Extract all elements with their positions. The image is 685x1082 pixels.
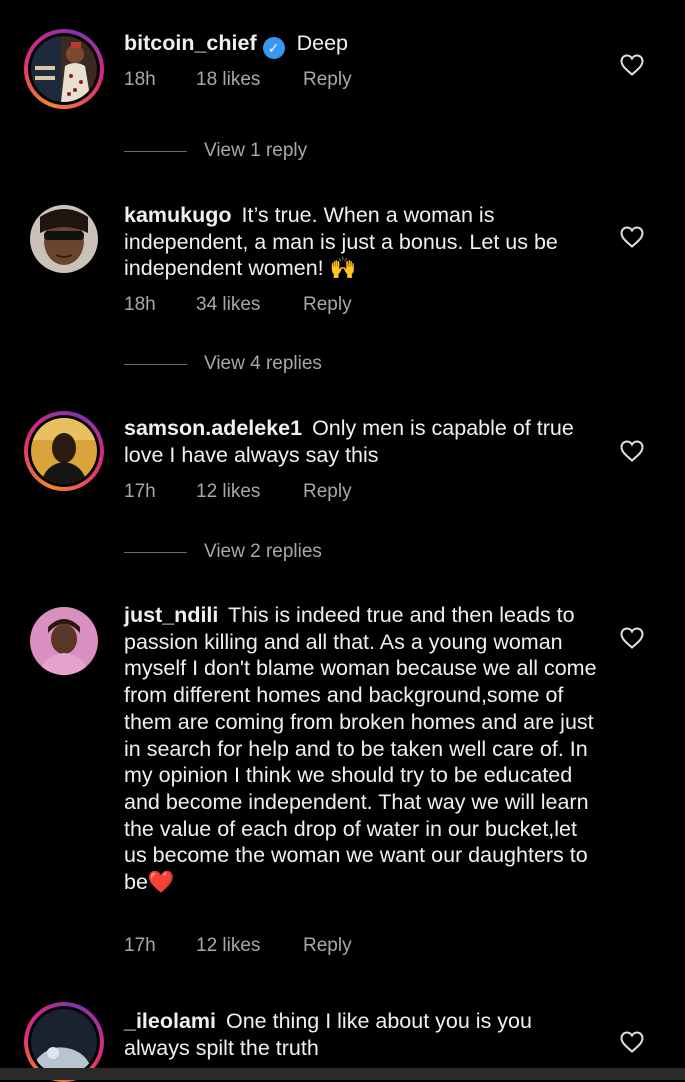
- view-replies-button[interactable]: View 2 replies: [124, 541, 322, 563]
- replies-divider: [124, 150, 187, 152]
- reply-button[interactable]: Reply: [303, 294, 352, 316]
- reply-button[interactable]: Reply: [303, 481, 352, 503]
- avatar-image: [31, 418, 97, 484]
- bottom-edge-bar: [0, 1068, 685, 1080]
- heart-outline-icon[interactable]: [620, 226, 644, 248]
- heart-outline-icon[interactable]: [620, 1031, 644, 1053]
- comment-username[interactable]: _ileolami: [124, 1009, 216, 1033]
- comment-meta: 18h 18 likes Reply: [124, 69, 352, 91]
- comment-meta: 18h 34 likes Reply: [124, 294, 352, 316]
- heart-outline-icon[interactable]: [620, 54, 644, 76]
- avatar[interactable]: [24, 601, 104, 681]
- comment-meta: 17h 12 likes Reply: [124, 481, 352, 503]
- replies-divider: [124, 551, 187, 553]
- comment-text: samson.adeleke1 Only men is capable of t…: [124, 415, 599, 468]
- view-replies-label: View 4 replies: [204, 353, 322, 374]
- avatar-image: [30, 205, 98, 273]
- heart-outline-icon[interactable]: [620, 627, 644, 649]
- reply-button[interactable]: Reply: [303, 69, 352, 91]
- view-replies-label: View 1 reply: [204, 140, 308, 161]
- comment-text: _ileolami One thing I like about you is …: [124, 1008, 599, 1061]
- comment-likes[interactable]: 34 likes: [196, 294, 303, 316]
- comment-time: 17h: [124, 481, 156, 502]
- comment-text: just_ndili This is indeed true and then …: [124, 602, 599, 896]
- comment-likes[interactable]: 18 likes: [196, 69, 303, 91]
- comment-body: This is indeed true and then leads to pa…: [124, 603, 597, 895]
- comment-likes[interactable]: 12 likes: [196, 481, 303, 503]
- comment-likes[interactable]: 12 likes: [196, 935, 303, 957]
- comment-time: 17h: [124, 935, 156, 956]
- avatar[interactable]: [24, 29, 104, 109]
- view-replies-label: View 2 replies: [204, 541, 322, 562]
- reply-button[interactable]: Reply: [303, 935, 352, 957]
- heart-outline-icon[interactable]: [620, 440, 644, 462]
- avatar-image: [30, 607, 98, 675]
- comment-text: kamukugo It’s true. When a woman is inde…: [124, 202, 599, 282]
- verified-badge-icon: ✓: [262, 37, 285, 59]
- comment-time: 18h: [124, 69, 156, 90]
- avatar[interactable]: [24, 411, 104, 491]
- avatar[interactable]: [24, 199, 104, 279]
- comment-username[interactable]: samson.adeleke1: [124, 416, 302, 440]
- comment-username[interactable]: kamukugo: [124, 203, 232, 227]
- avatar-image: [31, 1009, 97, 1075]
- comment-username[interactable]: just_ndili: [124, 603, 218, 627]
- comment-body: Deep: [296, 31, 348, 55]
- comment-meta: 17h 12 likes Reply: [124, 935, 352, 957]
- comment-text: bitcoin_chief ✓ Deep: [124, 30, 599, 59]
- comment-time: 18h: [124, 294, 156, 315]
- view-replies-button[interactable]: View 4 replies: [124, 353, 322, 375]
- avatar-image: [31, 36, 97, 102]
- replies-divider: [124, 363, 187, 365]
- view-replies-button[interactable]: View 1 reply: [124, 140, 307, 162]
- comment-username[interactable]: bitcoin_chief: [124, 31, 257, 55]
